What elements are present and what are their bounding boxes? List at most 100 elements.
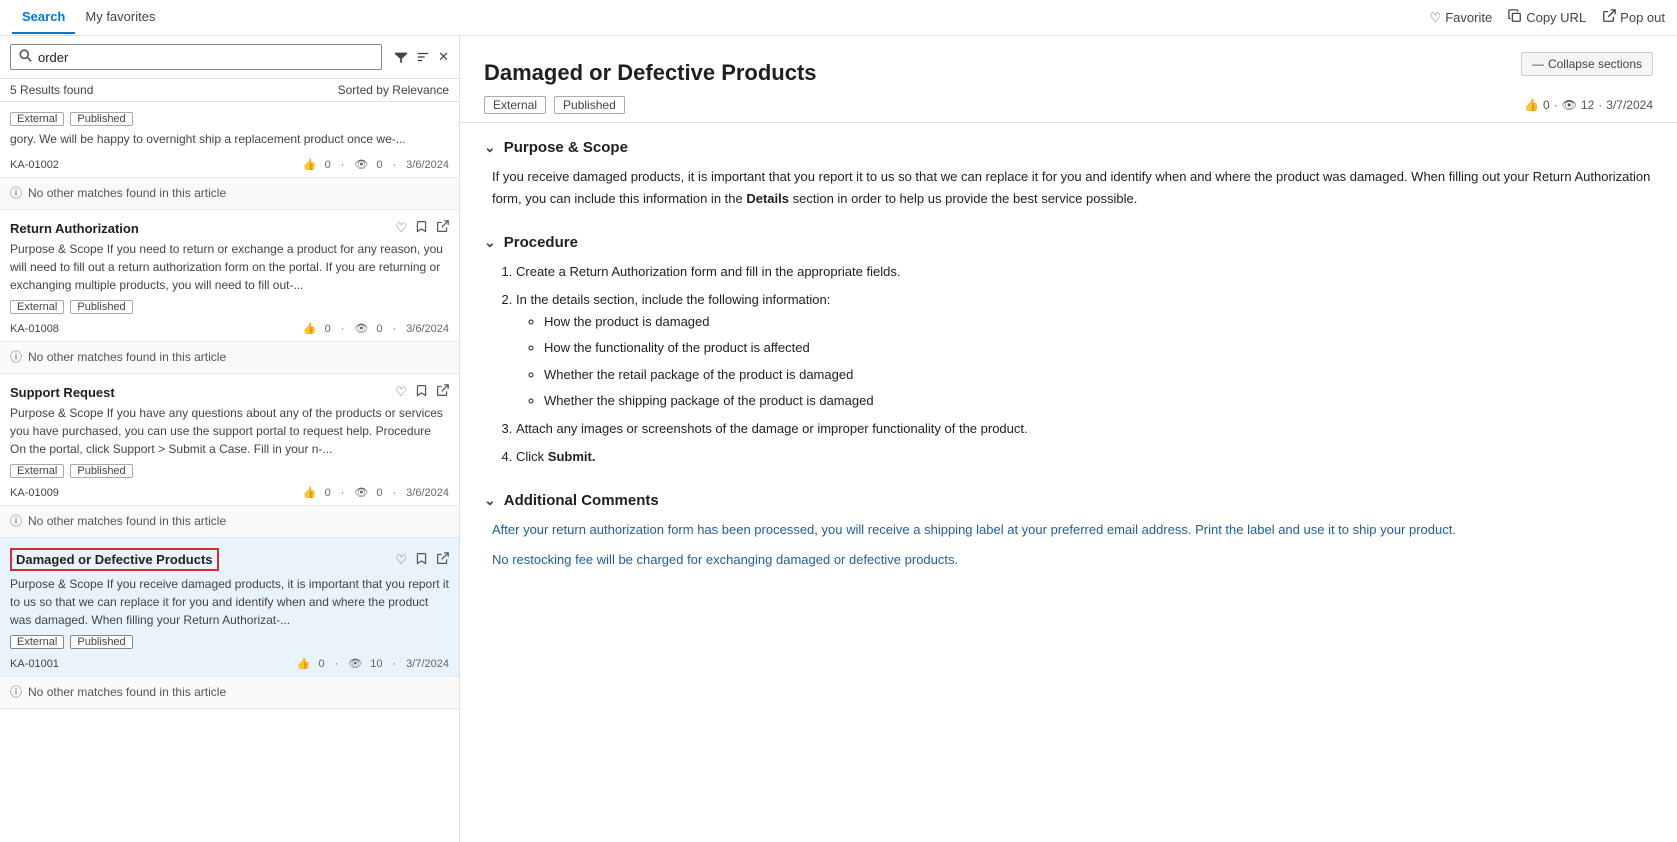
- views-icon: 👁: [354, 486, 368, 499]
- tab-search[interactable]: Search: [12, 1, 75, 34]
- result-header: Support Request ♡: [10, 384, 449, 400]
- section-heading-purpose[interactable]: ⌄ Purpose & Scope: [484, 139, 1653, 156]
- bookmark-icon[interactable]: [415, 384, 428, 400]
- like-icon: 👍: [297, 657, 311, 670]
- sort-label: Sorted by Relevance: [338, 83, 449, 97]
- search-bar-container: ✕: [0, 36, 459, 79]
- collapse-icon: —: [1532, 57, 1544, 71]
- result-tags: External Published: [10, 464, 449, 478]
- article-tag-published: Published: [554, 96, 625, 114]
- article-title: Damaged or Defective Products: [484, 60, 1653, 86]
- result-tags: External Published: [10, 300, 449, 314]
- result-footer: KA-01001 👍 0 · 👁 10 · 3/7/2024: [10, 653, 449, 676]
- article-stats: 👍 0 · 👁 12 · 3/7/2024: [1524, 98, 1653, 112]
- date: 3/6/2024: [406, 159, 449, 171]
- top-bar-actions: ♡ Favorite Copy URL Pop out: [1430, 9, 1665, 26]
- share-icon[interactable]: [436, 552, 449, 568]
- tab-favorites[interactable]: My favorites: [75, 1, 165, 34]
- date: 3/6/2024: [406, 487, 449, 499]
- favorite-icon[interactable]: ♡: [395, 220, 407, 236]
- views-count: 0: [376, 487, 382, 499]
- result-tags: External Published: [10, 112, 449, 126]
- share-icon[interactable]: [436, 384, 449, 400]
- favorite-icon[interactable]: ♡: [395, 384, 407, 400]
- bookmark-icon[interactable]: [415, 220, 428, 236]
- result-footer: KA-01009 👍 0 · 👁 0 · 3/6/2024: [10, 482, 449, 505]
- result-title: Damaged or Defective Products: [16, 552, 213, 567]
- favorite-action[interactable]: ♡ Favorite: [1430, 10, 1493, 26]
- result-title: Return Authorization: [10, 221, 139, 236]
- section-title-procedure: Procedure: [504, 234, 578, 251]
- section-title-purpose: Purpose & Scope: [504, 139, 628, 156]
- views-icon: 👁: [1562, 98, 1577, 112]
- popout-icon: [1602, 9, 1616, 26]
- like-icon: 👍: [1524, 98, 1539, 112]
- section-heading-procedure[interactable]: ⌄ Procedure: [484, 234, 1653, 251]
- tab-group: Search My favorites: [12, 1, 165, 34]
- result-stats: 👍 0 · 👁 0 · 3/6/2024: [303, 322, 449, 335]
- result-snippet: Purpose & Scope If you have any question…: [10, 404, 449, 458]
- views-count: 0: [376, 323, 382, 335]
- copy-url-action[interactable]: Copy URL: [1508, 9, 1586, 26]
- search-meta: 5 Results found Sorted by Relevance: [0, 79, 459, 102]
- share-icon[interactable]: [436, 220, 449, 236]
- result-snippet: gory. We will be happy to overnight ship…: [10, 130, 449, 148]
- result-tags: External Published: [10, 635, 449, 649]
- section-content-additional: After your return authorization form has…: [484, 519, 1653, 571]
- tag-external: External: [10, 464, 64, 478]
- sub-item-3: Whether the retail package of the produc…: [544, 364, 1653, 386]
- filter-icon[interactable]: [394, 50, 408, 64]
- top-bar: Search My favorites ♡ Favorite Copy URL …: [0, 0, 1677, 36]
- tag-published: Published: [70, 300, 132, 314]
- sub-item-1: How the product is damaged: [544, 311, 1653, 333]
- step-2: In the details section, include the foll…: [516, 289, 1653, 411]
- copy-url-label: Copy URL: [1526, 10, 1586, 25]
- like-icon: 👍: [303, 322, 317, 335]
- step-2-subitems: How the product is damaged How the funct…: [516, 311, 1653, 411]
- article-views: 12: [1581, 98, 1594, 112]
- chevron-down-icon: ⌄: [484, 492, 496, 509]
- like-icon: 👍: [303, 158, 317, 171]
- result-actions: ♡: [395, 384, 449, 400]
- likes-count: 0: [325, 323, 331, 335]
- no-match-text: No other matches found in this article: [28, 685, 226, 699]
- section-heading-additional[interactable]: ⌄ Additional Comments: [484, 492, 1653, 509]
- result-stats: 👍 0 · 👁 0 · 3/6/2024: [303, 486, 449, 499]
- step-3: Attach any images or screenshots of the …: [516, 418, 1653, 440]
- collapse-sections-button[interactable]: — Collapse sections: [1521, 52, 1653, 76]
- popout-action[interactable]: Pop out: [1602, 9, 1665, 26]
- tag-external: External: [10, 112, 64, 126]
- result-footer: KA-01002 👍 0 · 👁 0 · 3/6/2024: [10, 154, 449, 177]
- right-panel: Damaged or Defective Products External P…: [460, 36, 1677, 842]
- article-tags: External Published: [484, 96, 625, 114]
- sub-item-2: How the functionality of the product is …: [544, 337, 1653, 359]
- no-match-item: ⓘ No other matches found in this article: [0, 506, 459, 538]
- no-match-text: No other matches found in this article: [28, 186, 226, 200]
- bookmark-icon[interactable]: [415, 552, 428, 568]
- result-stats: 👍 0 · 👁 10 · 3/7/2024: [297, 657, 449, 670]
- article-meta: External Published 👍 0 · 👁 12 · 3/7/2024: [484, 96, 1653, 114]
- list-item[interactable]: Return Authorization ♡ Purpose & Scope I…: [0, 210, 459, 342]
- clear-icon[interactable]: ✕: [438, 49, 449, 65]
- list-item[interactable]: External Published gory. We will be happ…: [0, 102, 459, 178]
- list-item[interactable]: Support Request ♡ Purpose & Scope If you…: [0, 374, 459, 506]
- no-match-text: No other matches found in this article: [28, 350, 226, 364]
- result-id: KA-01009: [10, 487, 59, 499]
- result-title-selected-wrapper: Damaged or Defective Products: [10, 548, 219, 571]
- tag-external: External: [10, 300, 64, 314]
- sort-icon[interactable]: [416, 50, 430, 64]
- section-additional: ⌄ Additional Comments After your return …: [484, 492, 1653, 571]
- results-list: External Published gory. We will be happ…: [0, 102, 459, 842]
- result-actions: ♡: [395, 552, 449, 568]
- article-header: Damaged or Defective Products External P…: [460, 36, 1677, 123]
- info-icon: ⓘ: [10, 348, 22, 365]
- procedure-list: Create a Return Authorization form and f…: [492, 261, 1653, 468]
- search-input[interactable]: [38, 50, 373, 65]
- purpose-text: If you receive damaged products, it is i…: [492, 166, 1653, 210]
- views-icon: 👁: [348, 657, 362, 670]
- date: 3/7/2024: [406, 658, 449, 670]
- step-4: Click Submit.: [516, 446, 1653, 468]
- tag-published: Published: [70, 112, 132, 126]
- favorite-icon[interactable]: ♡: [395, 552, 407, 568]
- list-item[interactable]: Damaged or Defective Products ♡ Purpose …: [0, 538, 459, 677]
